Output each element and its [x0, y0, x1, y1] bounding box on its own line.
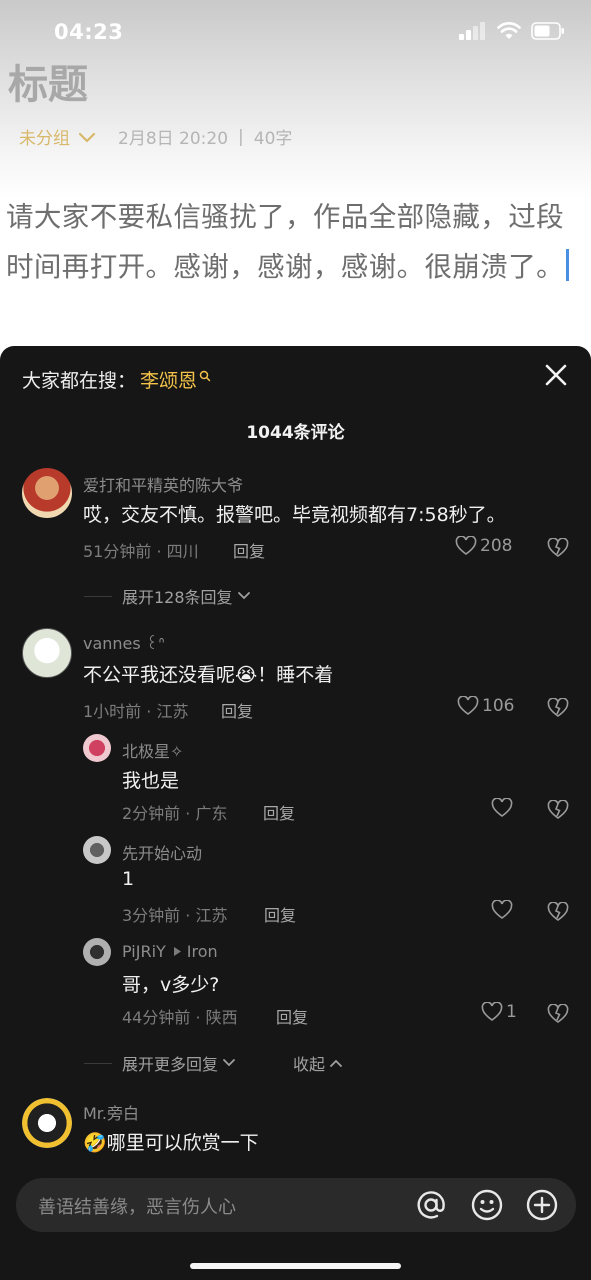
comment-text[interactable]: 哎，交友不慎。报警吧。毕竟视频都有7:58秒了。	[83, 500, 506, 527]
reply-button[interactable]: 回复	[233, 538, 265, 562]
chevron-down-icon	[223, 1059, 235, 1067]
comment-text[interactable]: 哥，v多少?	[122, 970, 219, 997]
avatar[interactable]	[83, 938, 111, 966]
like-count: 208	[480, 536, 513, 556]
home-indicator[interactable]	[190, 1263, 401, 1269]
dislike-icon[interactable]	[547, 800, 569, 820]
comment-meta: 51分钟前 · 四川	[83, 542, 199, 561]
comment-sheet: 大家都在搜： 李颂恩 1044条评论 爱打和平精英的陈大爷 哎，交友不慎。报警吧…	[0, 346, 591, 1280]
heart-icon	[455, 536, 477, 555]
note-body-line: 时间再打开。感谢，感谢，感谢。很崩溃了。	[6, 251, 564, 283]
comment-meta: 44分钟前 · 陕西	[122, 1008, 238, 1027]
chevron-down-icon[interactable]	[78, 131, 96, 143]
note-editor: 04:23 标题 未分组 2月8日 20:20 | 40字 请大家不要私信骚扰了…	[0, 0, 591, 360]
status-icons	[459, 22, 565, 40]
emoji-icon[interactable]	[470, 1188, 504, 1222]
trending-search-term[interactable]: 李颂恩	[140, 366, 197, 393]
expand-more-replies[interactable]: 展开更多回复	[84, 1051, 236, 1075]
reply-arrow-icon	[173, 947, 181, 956]
heart-icon	[491, 900, 513, 919]
meta-separator: |	[238, 126, 244, 147]
reply-button[interactable]: 回复	[221, 698, 253, 722]
comment-input-bar[interactable]: 善语结善缘，恶言伤人心	[16, 1178, 576, 1232]
comment-author[interactable]: PiJRiY	[122, 942, 166, 961]
collapse-replies[interactable]: 收起	[293, 1051, 343, 1075]
close-icon[interactable]	[543, 362, 569, 388]
heart-icon	[457, 696, 479, 715]
reply-target[interactable]: Iron	[187, 942, 218, 961]
avatar[interactable]	[22, 1098, 72, 1148]
heart-icon	[491, 798, 513, 817]
like-button[interactable]	[491, 900, 516, 920]
comment-text[interactable]: 1	[122, 868, 134, 890]
expand-replies-label: 展开128条回复	[122, 588, 233, 607]
comment-input-placeholder[interactable]: 善语结善缘，恶言伤人心	[38, 1193, 236, 1219]
comment-author[interactable]: vannes ꒰ᐢ	[83, 632, 165, 653]
mention-icon[interactable]	[414, 1188, 448, 1222]
collapse-label: 收起	[293, 1055, 326, 1074]
word-count: 40字	[253, 129, 293, 149]
comment-text[interactable]: 不公平我还没看呢😭！睡不着	[83, 660, 333, 687]
chevron-down-icon	[237, 592, 250, 600]
comment-text[interactable]: 🤣哪里可以欣赏一下	[83, 1128, 259, 1155]
comment-meta: 2分钟前 · 广东	[122, 804, 228, 823]
like-button[interactable]	[491, 798, 516, 818]
avatar[interactable]	[83, 734, 111, 762]
like-count: 106	[482, 696, 515, 716]
trending-search: 大家都在搜： 李颂恩	[22, 366, 211, 393]
dislike-icon[interactable]	[547, 698, 569, 718]
dislike-icon[interactable]	[547, 538, 569, 558]
search-icon	[199, 370, 211, 381]
reply-button[interactable]: 回复	[264, 902, 296, 926]
like-button[interactable]: 106	[457, 696, 514, 716]
comment-author[interactable]: 北极星✧	[122, 738, 183, 762]
like-button[interactable]: 1	[481, 1002, 517, 1022]
signal-icon	[459, 22, 485, 40]
status-time: 04:23	[54, 20, 124, 44]
reply-button[interactable]: 回复	[263, 800, 295, 824]
comment-count: 1044条评论	[246, 423, 345, 443]
dislike-icon[interactable]	[547, 902, 569, 922]
comment-meta: 3分钟前 · 江苏	[122, 906, 228, 925]
comment-author[interactable]: Mr.旁白	[83, 1100, 139, 1124]
reply-button[interactable]: 回复	[276, 1004, 308, 1028]
chevron-up-icon	[330, 1059, 342, 1067]
add-icon[interactable]	[525, 1188, 559, 1222]
status-bar: 04:23	[0, 0, 591, 66]
battery-icon	[531, 22, 564, 40]
comment-author[interactable]: 爱打和平精英的陈大爷	[83, 472, 243, 496]
note-body[interactable]: 请大家不要私信骚扰了，作品全部隐藏，过段 时间再打开。感谢，感谢，感谢。很崩溃了…	[6, 192, 590, 292]
avatar[interactable]	[22, 628, 72, 678]
heart-icon	[481, 1002, 503, 1021]
expand-replies[interactable]: 展开128条回复	[84, 584, 251, 608]
group-selector[interactable]: 未分组	[19, 124, 70, 149]
wifi-icon	[497, 22, 521, 39]
note-meta: 未分组 2月8日 20:20 | 40字	[19, 124, 293, 150]
note-body-line: 请大家不要私信骚扰了，作品全部隐藏，过段	[6, 201, 564, 233]
reply-header: PiJRiY Iron	[122, 942, 218, 961]
like-count: 1	[506, 1002, 517, 1022]
comment-text[interactable]: 我也是	[122, 766, 179, 793]
dislike-icon[interactable]	[547, 1004, 569, 1024]
note-date: 2月8日 20:20	[118, 129, 229, 149]
note-title[interactable]: 标题	[8, 52, 88, 110]
avatar[interactable]	[22, 468, 72, 518]
trending-search-prefix: 大家都在搜：	[22, 370, 137, 392]
expand-more-label: 展开更多回复	[122, 1055, 219, 1074]
avatar[interactable]	[83, 836, 111, 864]
text-cursor	[566, 249, 569, 281]
comment-meta: 1小时前 · 江苏	[83, 702, 189, 721]
like-button[interactable]: 208	[455, 536, 512, 556]
scroll-fade	[0, 1154, 591, 1176]
comment-author[interactable]: 先开始心动	[122, 840, 202, 864]
